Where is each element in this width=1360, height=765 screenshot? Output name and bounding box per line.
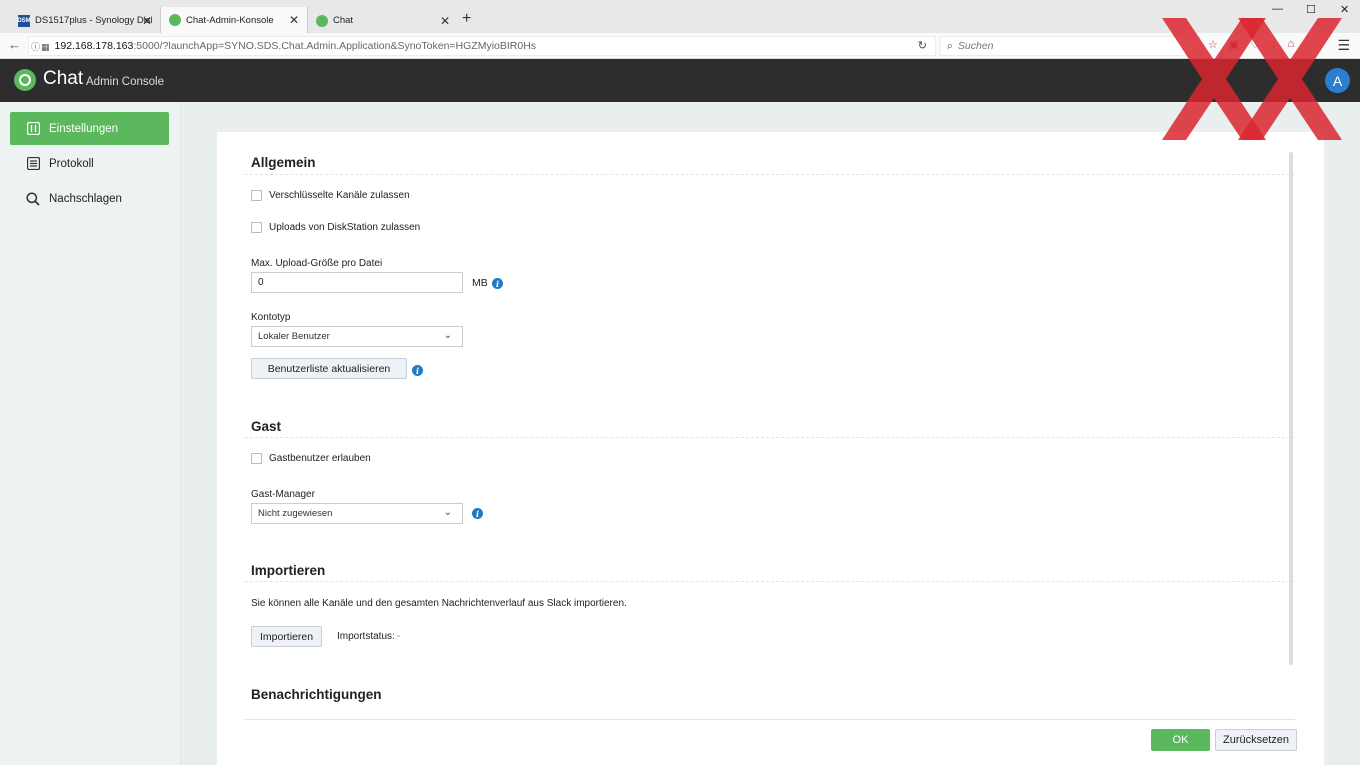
maximize-icon[interactable]: ☐ <box>1306 3 1316 16</box>
section-title-allgemein: Allgemein <box>251 155 316 170</box>
section-title-benachrichtigungen: Benachrichtigungen <box>251 687 382 702</box>
ok-button[interactable]: OK <box>1151 729 1210 751</box>
close-icon[interactable]: ✕ <box>142 14 152 28</box>
info-icon[interactable]: i <box>492 278 503 289</box>
browser-search-input[interactable]: ⌕ Suchen <box>940 36 1200 56</box>
guest-manager-label: Gast-Manager <box>251 489 315 500</box>
max-upload-input[interactable]: 0 <box>251 272 463 293</box>
footer-divider <box>245 719 1295 720</box>
select-value: Nicht zugewiesen <box>258 508 333 519</box>
home-icon[interactable]: ⌂ <box>1288 38 1295 51</box>
encrypted-channels-checkbox-row[interactable]: Verschlüsselte Kanäle zulassen <box>251 190 410 201</box>
brand-subtitle: Admin Console <box>86 76 164 88</box>
refresh-userlist-button[interactable]: Benutzerliste aktualisieren <box>251 358 407 379</box>
minimize-icon[interactable]: — <box>1272 3 1283 15</box>
pocket-icon[interactable]: ♡ <box>1250 38 1260 51</box>
chat-favicon-icon <box>169 14 181 26</box>
tab-title: Chat <box>333 15 354 26</box>
chat-logo-icon <box>14 69 36 91</box>
site-info-icon[interactable]: ⓘ▦ <box>31 40 51 53</box>
section-divider <box>245 437 1295 438</box>
account-type-select[interactable]: Lokaler Benutzer ⌄ <box>251 326 463 347</box>
close-icon[interactable]: ✕ <box>440 14 450 28</box>
tab-title: Chat-Admin-Konsole <box>186 14 274 26</box>
info-icon[interactable]: i <box>412 365 423 376</box>
sidebar-item-label: Protokoll <box>49 157 94 170</box>
magnifier-icon: ⌕ <box>947 39 953 52</box>
menu-icon[interactable]: ☰ <box>1337 37 1350 54</box>
chat-favicon-icon <box>316 14 328 27</box>
browser-tab-dsm[interactable]: DSM DS1517plus - Synology Disk ✕ <box>10 8 160 33</box>
window-close-icon[interactable]: ✕ <box>1340 3 1349 16</box>
diskstation-uploads-checkbox[interactable] <box>251 222 262 233</box>
search-icon <box>26 191 40 206</box>
section-title-importieren: Importieren <box>251 563 326 578</box>
section-divider <box>245 581 1295 582</box>
sidebar-item-label: Einstellungen <box>49 122 119 135</box>
import-description: Sie können alle Kanäle und den gesamten … <box>251 598 627 609</box>
allow-guest-checkbox[interactable] <box>251 453 262 464</box>
checkbox-label: Uploads von DiskStation zulassen <box>269 222 421 233</box>
app-header: Chat Admin Console A <box>0 59 1360 102</box>
import-status-label: Importstatus: <box>337 631 395 642</box>
dsm-favicon-icon: DSM <box>17 14 31 27</box>
sidebar-item-label: Nachschlagen <box>49 192 122 205</box>
browser-navbar: ← ⓘ▦ 192.168.178.163 :5000/?launchApp=SY… <box>0 33 1360 59</box>
max-upload-label: Max. Upload-Größe pro Datei <box>251 258 383 269</box>
reload-icon[interactable]: ↻ <box>918 39 927 52</box>
browser-tabbar: DSM DS1517plus - Synology Disk ✕ Chat-Ad… <box>0 0 1360 33</box>
allow-guest-checkbox-row[interactable]: Gastbenutzer erlauben <box>251 453 371 464</box>
url-path: :5000/?launchApp=SYNO.SDS.Chat.Admin.App… <box>133 40 537 52</box>
back-arrow-icon[interactable]: ← <box>8 37 21 52</box>
library-icon[interactable]: ▣ <box>1229 38 1239 51</box>
select-value: Lokaler Benutzer <box>258 331 330 342</box>
brand-name: Chat <box>43 68 84 89</box>
guest-manager-select[interactable]: Nicht zugewiesen ⌄ <box>251 503 463 524</box>
reset-button[interactable]: Zurücksetzen <box>1215 729 1297 751</box>
account-type-label: Kontotyp <box>251 312 291 323</box>
toolbar-icons: ☆ ▣ ♡ ↓ ⌂ <box>1208 38 1294 51</box>
diskstation-uploads-checkbox-row[interactable]: Uploads von DiskStation zulassen <box>251 222 420 233</box>
bookmark-star-icon[interactable]: ☆ <box>1208 38 1218 51</box>
import-status-value: - <box>397 631 401 642</box>
download-icon[interactable]: ↓ <box>1271 38 1277 51</box>
sidebar-item-einstellungen[interactable]: Einstellungen <box>10 112 169 145</box>
chevron-down-icon: ⌄ <box>443 507 452 518</box>
browser-tab-chat[interactable]: Chat ✕ <box>308 8 458 33</box>
sliders-icon <box>26 122 40 136</box>
user-avatar[interactable]: A <box>1325 68 1350 93</box>
max-upload-unit: MB <box>472 277 488 289</box>
sidebar-item-protokoll[interactable]: Protokoll <box>10 147 169 180</box>
encrypted-channels-checkbox[interactable] <box>251 190 262 201</box>
search-placeholder: Suchen <box>957 40 994 52</box>
import-button[interactable]: Importieren <box>251 626 322 647</box>
chevron-down-icon: ⌄ <box>443 330 452 341</box>
tab-title: DS1517plus - Synology Disk <box>35 15 152 26</box>
checkbox-label: Gastbenutzer erlauben <box>269 453 371 464</box>
list-icon <box>26 157 40 171</box>
section-divider <box>245 174 1295 175</box>
new-tab-plus-icon[interactable]: + <box>462 11 471 27</box>
checkbox-label: Verschlüsselte Kanäle zulassen <box>269 190 410 201</box>
browser-tab-chat-admin[interactable]: Chat-Admin-Konsole ✕ <box>160 7 308 33</box>
close-icon[interactable]: ✕ <box>289 13 299 27</box>
panel-scrollbar[interactable] <box>1289 152 1293 665</box>
sidebar-item-nachschlagen[interactable]: Nachschlagen <box>10 182 169 215</box>
info-icon[interactable]: i <box>472 508 483 519</box>
url-host: 192.168.178.163 <box>54 40 134 52</box>
address-bar[interactable]: ⓘ▦ 192.168.178.163 :5000/?launchApp=SYNO… <box>28 36 936 56</box>
section-title-gast: Gast <box>251 419 282 434</box>
